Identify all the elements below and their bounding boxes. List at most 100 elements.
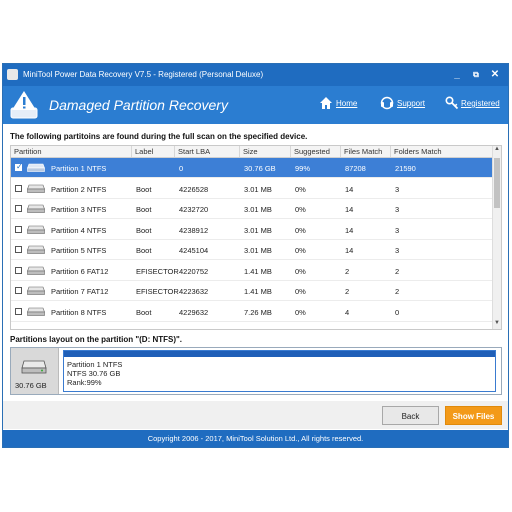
cell-partition: Partition 1 NTFS xyxy=(51,164,107,173)
row-checkbox[interactable] xyxy=(15,225,22,233)
table-row[interactable]: Partition 2 NTFS Boot 4226528 3.01 MB 0% 14 3 xyxy=(11,179,494,199)
cell-files: 4 xyxy=(345,307,350,317)
page-title: Damaged Partition Recovery xyxy=(49,97,228,113)
partition-block[interactable]: Partition 1 NTFS NTFS 30.76 GB Rank:99% xyxy=(63,350,496,392)
cell-start-lba: 4229632 xyxy=(179,307,209,317)
key-icon[interactable] xyxy=(445,96,459,110)
cell-start-lba: 4220752 xyxy=(179,266,209,276)
close-button[interactable]: ✕ xyxy=(487,67,503,82)
row-checkbox[interactable] xyxy=(15,246,22,253)
row-checkbox[interactable] xyxy=(15,205,22,212)
cell-suggested: 0% xyxy=(295,184,306,194)
registered-link[interactable]: Registered xyxy=(461,99,500,108)
cell-label: EFISECTOR xyxy=(136,287,179,296)
partition-usage-bar xyxy=(64,351,495,357)
minimize-button[interactable]: _ xyxy=(449,67,465,82)
partition-disk-icon xyxy=(27,286,45,295)
cell-size: 1.41 MB xyxy=(244,287,272,296)
cell-start-lba: 4238912 xyxy=(179,225,209,235)
cell-size: 30.76 GB xyxy=(244,164,276,173)
cell-size: 3.01 MB xyxy=(244,246,272,255)
partition-disk-icon xyxy=(27,266,45,275)
cell-suggested: 0% xyxy=(295,287,306,296)
table-scrollbar[interactable]: ▲ ▼ xyxy=(492,146,501,329)
col-size[interactable]: Size xyxy=(243,147,258,156)
table-row[interactable]: Partition 6 FAT12 EFISECTOR 4220752 1.41 MB… xyxy=(11,261,494,281)
cell-size: 7.26 MB xyxy=(244,307,272,317)
back-button[interactable]: Back xyxy=(382,406,439,425)
cell-partition: Partition 7 FAT12 xyxy=(51,287,109,296)
show-files-button[interactable]: Show Files xyxy=(445,406,502,425)
support-icon[interactable] xyxy=(380,96,394,110)
restore-button[interactable]: ⧉ xyxy=(468,67,484,82)
support-link[interactable]: Support xyxy=(397,99,425,108)
cell-suggested: 0% xyxy=(295,266,306,276)
layout-heading: Partitions layout on the partition "(D: … xyxy=(10,335,183,344)
cell-folders: 3 xyxy=(395,184,400,194)
cell-start-lba: 4223632 xyxy=(179,287,209,296)
cell-label: Boot xyxy=(136,205,152,214)
cell-start-lba: 4226528 xyxy=(179,184,209,194)
col-partition[interactable]: Partition xyxy=(14,147,42,156)
cell-suggested: 0% xyxy=(295,205,306,214)
cell-size: 1.41 MB xyxy=(244,266,272,276)
action-bar: Back Show Files xyxy=(3,401,508,429)
cell-partition: Partition 5 NTFS xyxy=(51,246,107,255)
cell-label: Boot xyxy=(136,307,152,317)
col-files-match[interactable]: Files Match xyxy=(344,147,382,156)
cell-partition: Partition 6 FAT12 xyxy=(51,266,109,276)
app-window: MiniTool Power Data Recovery V7.5 - Regi… xyxy=(2,63,509,448)
col-suggested[interactable]: Suggested xyxy=(294,147,330,156)
hard-disk-icon xyxy=(21,360,47,374)
cell-files: 14 xyxy=(345,205,354,214)
row-checkbox[interactable] xyxy=(15,287,22,294)
cell-suggested: 0% xyxy=(295,225,306,235)
cell-start-lba: 0 xyxy=(179,164,184,173)
row-checkbox[interactable] xyxy=(15,184,22,192)
cell-label: EFISECTOR xyxy=(136,266,179,276)
title-bar[interactable]: MiniTool Power Data Recovery V7.5 - Regi… xyxy=(3,64,508,86)
partition-disk-icon xyxy=(27,163,45,172)
partition-table: Partition Label Start LBA Size Suggested… xyxy=(10,145,502,330)
col-start-lba[interactable]: Start LBA xyxy=(178,147,210,156)
disk-capacity: 30.76 GB xyxy=(15,381,47,390)
table-row[interactable]: Partition 5 NTFS Boot 4245104 3.01 MB 0% 14 3 xyxy=(11,240,494,260)
cell-size: 3.01 MB xyxy=(244,225,272,235)
table-row[interactable]: Partition 7 FAT12 EFISECTOR 4223632 1.41 MB… xyxy=(11,281,494,301)
row-checkbox[interactable] xyxy=(15,266,22,274)
copyright-footer: Copyright 2006 - 2017, MiniTool Solution… xyxy=(3,430,508,447)
cell-start-lba: 4245104 xyxy=(179,246,209,255)
col-folders-match[interactable]: Folders Match xyxy=(394,147,442,156)
scrollbar-thumb[interactable] xyxy=(494,158,500,208)
partition-fs-size: NTFS 30.76 GB xyxy=(67,369,121,378)
page-header: Damaged Partition Recovery Home Support … xyxy=(3,86,508,124)
cell-folders: 3 xyxy=(395,246,400,255)
scroll-down-icon[interactable]: ▼ xyxy=(493,320,501,326)
table-row[interactable]: Partition 3 NTFS Boot 4232720 3.01 MB 0% 14 3 xyxy=(11,199,494,219)
cell-folders: 21590 xyxy=(395,164,416,173)
partition-rank: Rank:99% xyxy=(67,378,102,387)
partition-name: Partition 1 NTFS xyxy=(67,360,123,369)
partition-disk-icon xyxy=(27,204,45,213)
partition-disk-icon xyxy=(27,225,45,234)
cell-suggested: 0% xyxy=(295,246,306,255)
table-row[interactable]: ✓ Partition 1 NTFS 0 30.76 GB 99% 87208 21590 xyxy=(11,158,494,178)
cell-files: 2 xyxy=(345,287,350,296)
row-checkbox[interactable]: ✓ xyxy=(15,162,23,171)
table-row[interactable]: Partition 4 NTFS Boot 4238912 3.01 MB 0% 14 3 xyxy=(11,220,494,240)
cell-files: 87208 xyxy=(345,164,366,173)
col-label[interactable]: Label xyxy=(135,147,153,156)
table-row[interactable]: Partition 8 NTFS Boot 4229632 7.26 MB 0% 4 0 xyxy=(11,302,494,322)
partition-disk-icon xyxy=(27,307,45,316)
home-link[interactable]: Home xyxy=(336,99,357,108)
app-icon xyxy=(7,69,18,80)
cell-start-lba: 4232720 xyxy=(179,205,209,214)
row-checkbox[interactable] xyxy=(15,307,22,315)
drive-warning-icon xyxy=(10,91,38,119)
cell-folders: 3 xyxy=(395,205,400,214)
disk-tile[interactable]: 30.76 GB xyxy=(11,348,59,394)
home-icon[interactable] xyxy=(319,96,333,110)
cell-partition: Partition 8 NTFS xyxy=(51,307,107,317)
partition-disk-icon xyxy=(27,245,45,254)
scroll-up-icon[interactable]: ▲ xyxy=(493,146,501,152)
